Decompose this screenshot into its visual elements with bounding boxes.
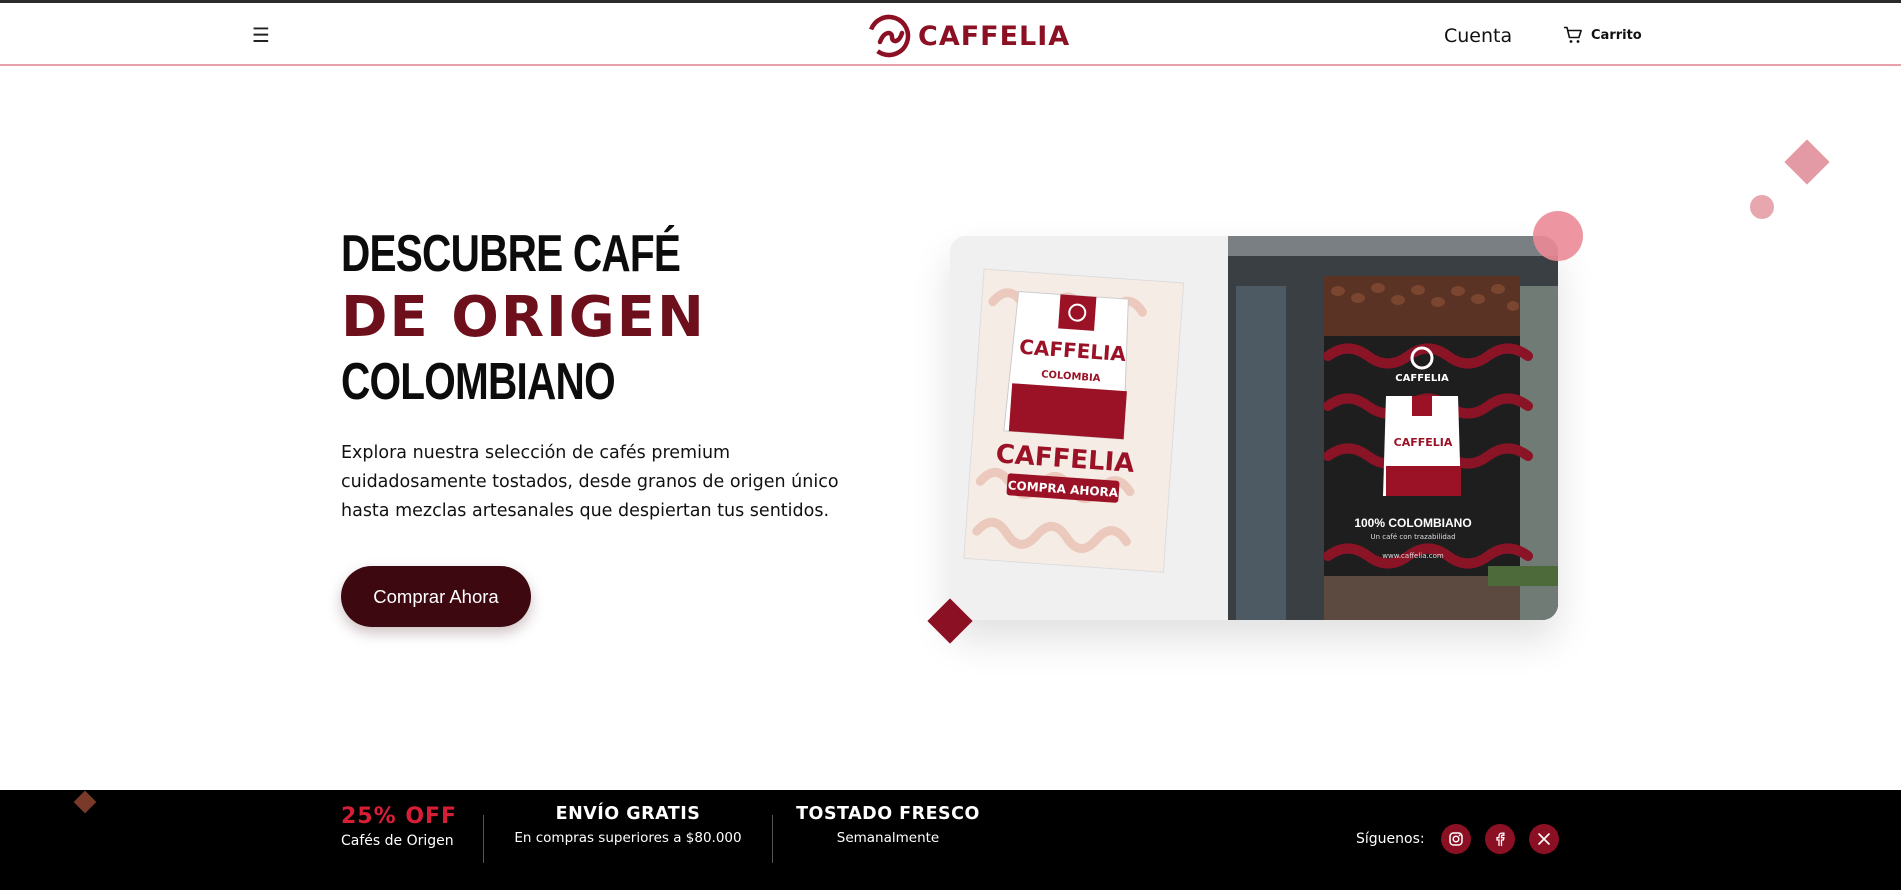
- promo-divider: [772, 815, 773, 863]
- promo-divider: [483, 815, 484, 863]
- billboard-tagline: Un café con trazabilidad: [1370, 533, 1455, 541]
- hero-description: Explora nuestra selección de cafés premi…: [341, 443, 839, 521]
- instagram-icon: [1448, 832, 1463, 846]
- cart-icon: [1564, 26, 1582, 43]
- billboard-headline: 100% COLOMBIANO: [1354, 516, 1471, 530]
- caffelia-logo-mark-icon: [867, 14, 911, 58]
- billboard-url: www.caffelia.com: [1382, 552, 1444, 560]
- facebook-link[interactable]: [1484, 824, 1515, 854]
- social-links: Síguenos:: [1356, 824, 1559, 854]
- facebook-icon: [1495, 832, 1505, 846]
- promo-shipping-subtitle: En compras superiores a $80.000: [514, 830, 742, 846]
- promo-discount-subtitle: Cafés de Origen: [341, 833, 454, 849]
- promo-roast-title: TOSTADO FRESCO: [796, 804, 980, 824]
- decorative-diamond: [1784, 139, 1830, 185]
- decorative-circle-small: [1750, 195, 1774, 219]
- billboard-brand: CAFFELIA: [1395, 373, 1449, 384]
- promo-roast: TOSTADO FRESCO Semanalmente: [788, 804, 988, 846]
- billboard-panel: CAFFELIA CAFFELIA 100% COLOMBIANO Un caf…: [1228, 236, 1558, 620]
- svg-text:CAFFELIA: CAFFELIA: [1394, 436, 1453, 449]
- cart-link[interactable]: Carrito: [1563, 26, 1642, 44]
- decorative-circle-large: [1533, 211, 1583, 261]
- poster-illustration: CAFFELIA COMPRA AHORA CAFFELIA COLOMBIA: [963, 268, 1185, 573]
- billboard-illustration: CAFFELIA CAFFELIA 100% COLOMBIANO Un caf…: [1228, 236, 1558, 620]
- hero-title: DESCUBRE CAFÉ DE ORIGEN COLOMBIANO: [341, 224, 776, 412]
- instagram-link[interactable]: [1440, 824, 1471, 854]
- brand-logo[interactable]: CAFFELIA: [866, 13, 1070, 59]
- hero-title-line-1: DESCUBRE CAFÉ: [341, 225, 681, 283]
- promo-shipping-title: ENVÍO GRATIS: [555, 804, 701, 824]
- brand-name: CAFFELIA: [918, 20, 1071, 52]
- promo-discount-title: 25% OFF: [341, 804, 458, 829]
- promo-discount: 25% OFF Cafés de Origen: [341, 804, 457, 849]
- social-label: Síguenos:: [1356, 831, 1425, 847]
- poster-panel: CAFFELIA COMPRA AHORA CAFFELIA COLOMBIA: [950, 236, 1228, 620]
- hamburger-menu-icon[interactable]: ☰: [252, 25, 270, 45]
- buy-now-button[interactable]: Comprar Ahora: [341, 566, 531, 627]
- x-twitter-icon: [1537, 833, 1550, 845]
- cart-label: Carrito: [1591, 27, 1642, 43]
- account-link[interactable]: Cuenta: [1444, 25, 1512, 47]
- promo-roast-subtitle: Semanalmente: [836, 830, 940, 846]
- product-showcase-image: CAFFELIA COMPRA AHORA CAFFELIA COLOMBIA: [950, 236, 1558, 620]
- x-twitter-link[interactable]: [1528, 824, 1559, 854]
- hero-title-line-3: COLOMBIANO: [341, 353, 616, 411]
- promo-bar: 25% OFF Cafés de Origen ENVÍO GRATIS En …: [0, 790, 1901, 890]
- hero-title-line-2: DE ORIGEN: [341, 285, 706, 350]
- promo-shipping: ENVÍO GRATIS En compras superiores a $80…: [500, 804, 756, 846]
- site-header: ☰ CAFFELIA Cuenta Carrito: [0, 3, 1901, 66]
